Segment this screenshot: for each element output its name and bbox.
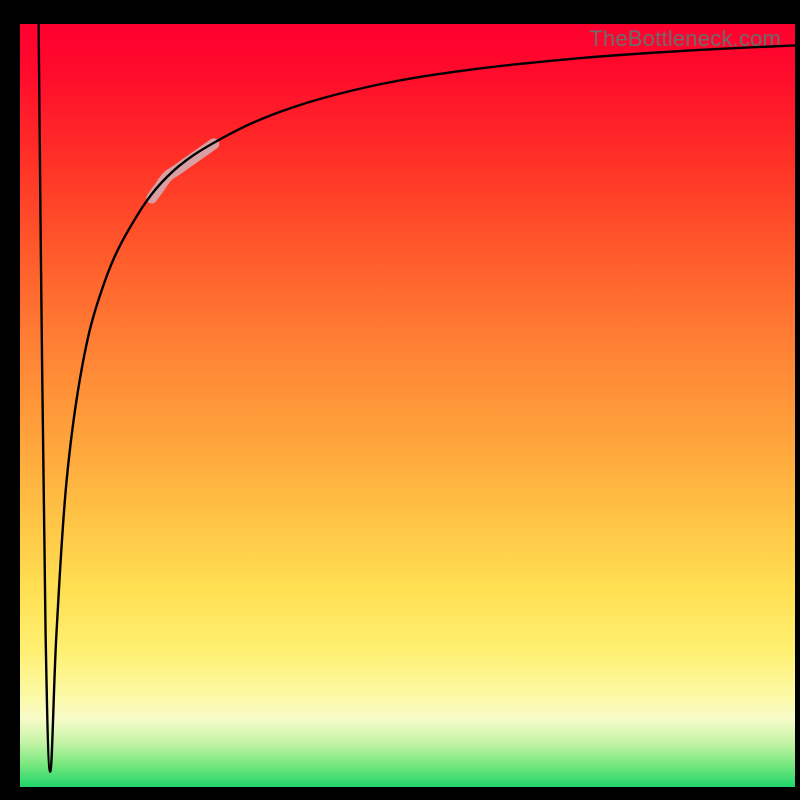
bottleneck-curve: [39, 24, 795, 772]
highlight-band: [152, 144, 214, 198]
chart-frame: TheBottleneck.com: [0, 0, 800, 800]
curve-layer: [20, 24, 795, 787]
plot-area: TheBottleneck.com: [20, 24, 795, 787]
